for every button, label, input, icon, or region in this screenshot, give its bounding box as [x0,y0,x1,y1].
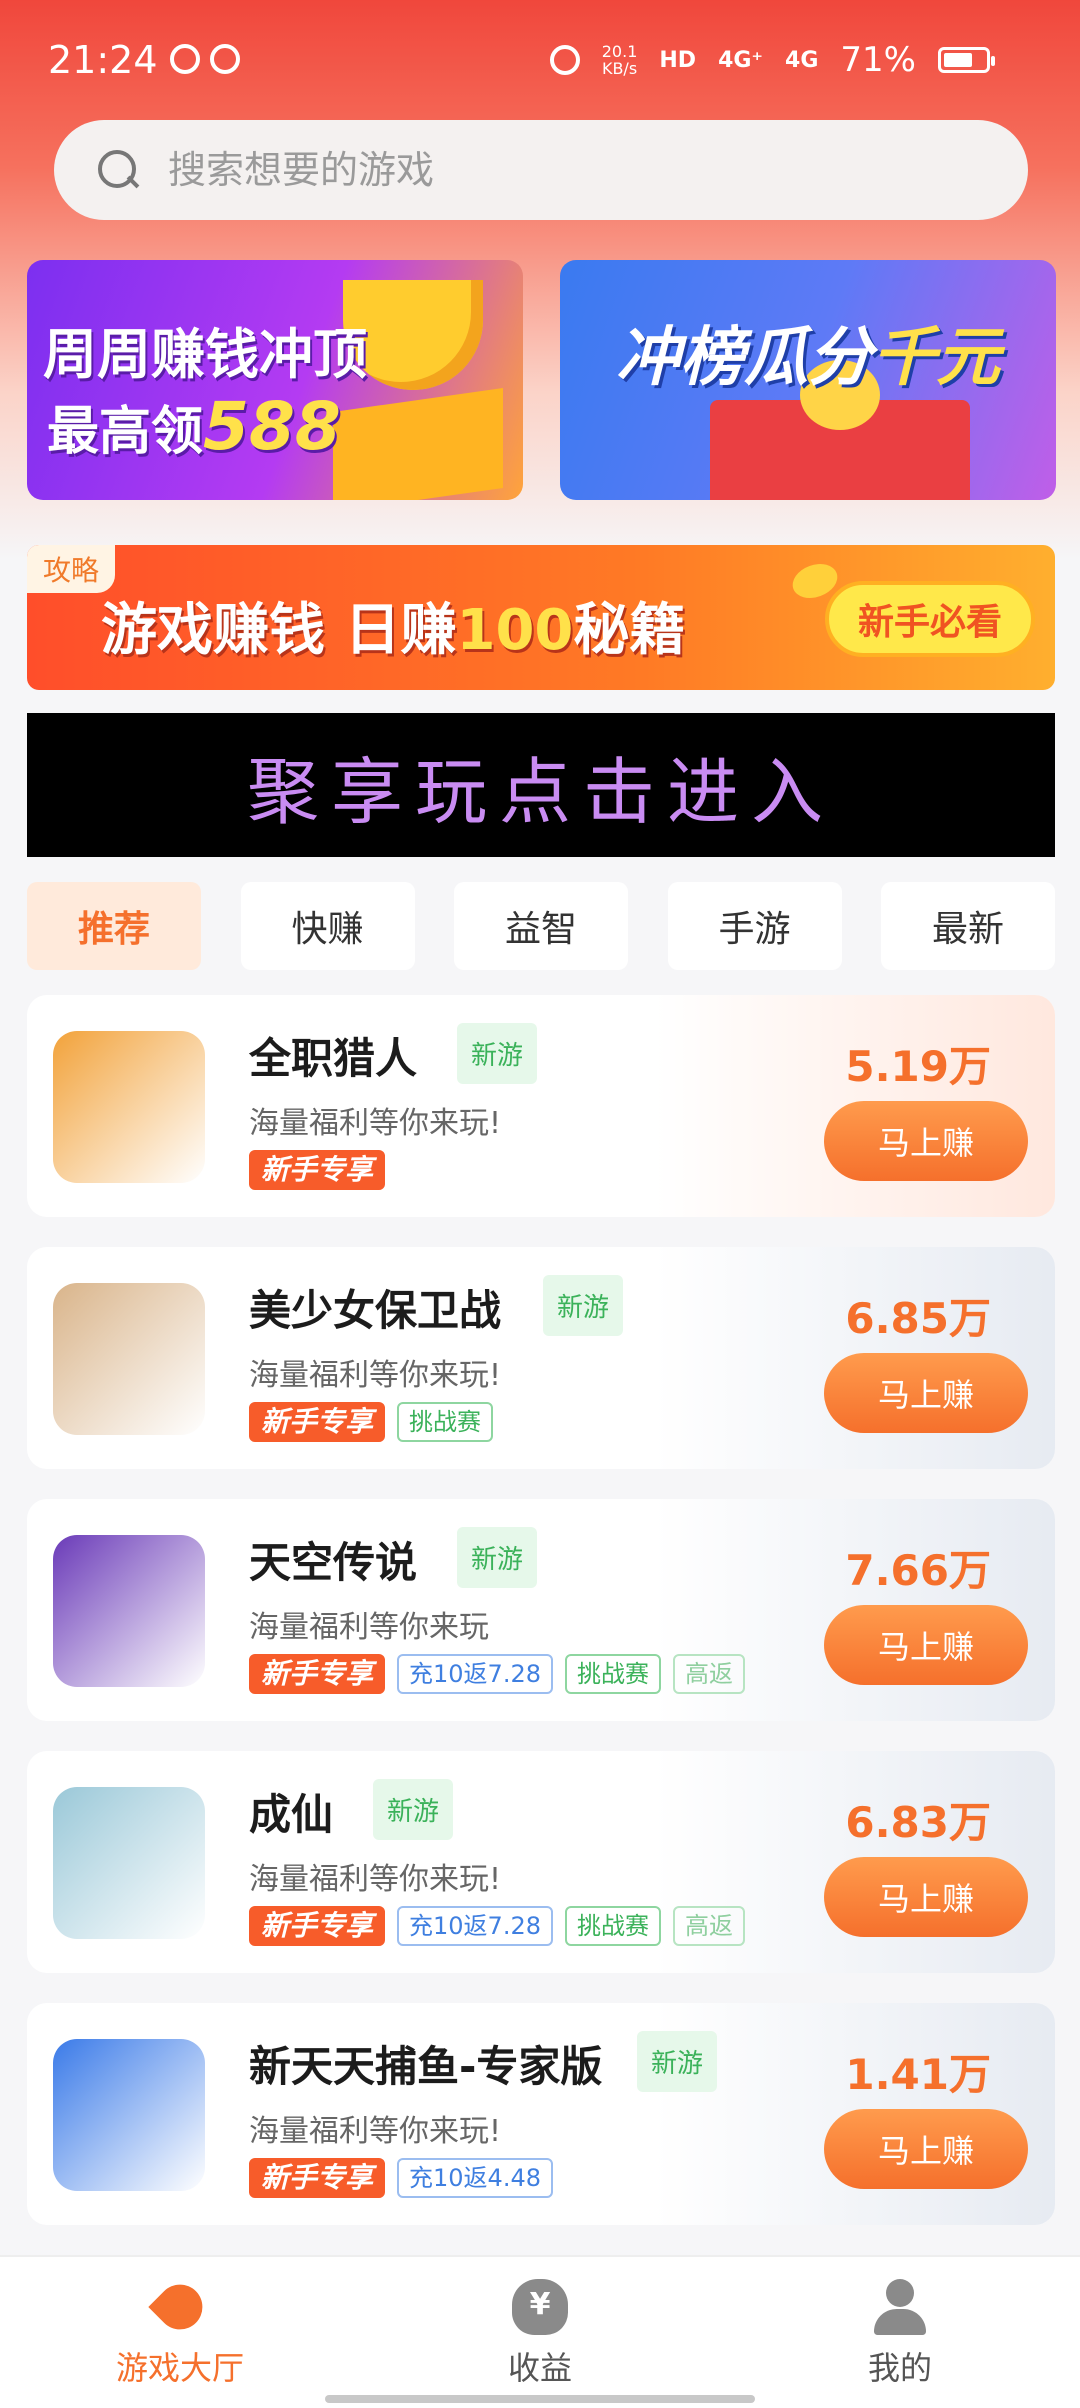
challenge-badge: 挑战赛 [565,1654,661,1694]
new-game-tag: 新游 [637,2031,718,2092]
high-rebate-badge: 高返 [673,1654,745,1694]
game-card[interactable]: 新天天捕鱼-专家版 新游海量福利等你来玩! 新手专享 充10返4.48 1.41万马上赚 [27,2003,1055,2225]
challenge-badge: 挑战赛 [565,1906,661,1946]
alarm-icon [549,45,580,75]
network-speed: 20.1 KB/s [601,42,638,78]
search-bar[interactable] [54,120,1028,220]
banner-title: 冲榜瓜分千元 [616,321,1000,395]
hd-indicator: HD [659,47,697,73]
strategy-banner[interactable]: 攻略 游戏赚钱 日赚100秘籍 新手必看 [27,545,1055,690]
new-game-tag: 新游 [457,1023,538,1084]
newbie-badge: 新手专享 [249,1906,386,1946]
newbie-guide-button[interactable]: 新手必看 [825,581,1035,657]
rocket-icon [148,2275,212,2339]
tab-latest[interactable]: 最新 [881,882,1055,970]
game-card[interactable]: 美少女保卫战 新游海量福利等你来玩! 新手专享 挑战赛 6.85万马上赚 [27,1247,1055,1469]
weekly-earn-banner[interactable]: 周周赚钱冲顶 最高领588 [27,260,523,500]
game-card[interactable]: 全职猎人 新游海量福利等你来玩! 新手专享 5.19万马上赚 [27,995,1055,1217]
enter-banner[interactable]: 聚享玩点击进入 [27,713,1055,857]
new-game-tag: 新游 [457,1527,538,1588]
notification-icon [170,44,200,74]
red-envelope-icon [710,360,970,500]
game-name: 成仙 [249,1790,334,1839]
game-icon [53,1535,205,1687]
game-card[interactable]: 天空传说 新游海量福利等你来玩新手专享 充10返7.28 挑战赛 高返 7.66万马上赚 [27,1499,1055,1721]
game-icon [53,2039,205,2191]
nav-game-hall[interactable]: 游戏大厅 [0,2257,360,2408]
person-icon [872,2279,928,2335]
game-badges: 新手专享 充10返7.28 挑战赛 高返 [249,1654,745,1694]
game-description: 海量福利等你来玩! [249,2114,502,2149]
rebate-badge: 充10返7.28 [397,1906,553,1946]
home-indicator[interactable] [325,2395,755,2403]
new-game-tag: 新游 [373,1779,454,1840]
rebate-badge: 充10返7.28 [397,1654,553,1694]
game-description: 海量福利等你来玩! [249,1106,502,1141]
tab-recommend[interactable]: 推荐 [27,882,201,970]
gift-box-icon [333,388,503,500]
search-icon [98,150,138,190]
game-card[interactable]: 成仙 新游海量福利等你来玩! 新手专享 充10返7.28 挑战赛 高返 6.83万马上赚 [27,1751,1055,1973]
earn-now-button[interactable]: 马上赚 [824,2109,1028,2189]
signal-4g: 4G [785,47,819,73]
banner-title: 周周赚钱冲顶 [43,323,367,386]
new-game-tag: 新游 [543,1275,624,1336]
tab-mobile-games[interactable]: 手游 [667,882,842,970]
game-badges: 新手专享 充10返4.48 [249,2158,553,2198]
status-bar: 21:24 20.1 KB/s HD 4G⁺ 4G 71% [0,0,1080,120]
strategy-title: 游戏赚钱 日赚100秘籍 [101,598,686,663]
game-icon [53,1283,205,1435]
game-name: 新天天捕鱼-专家版 [249,2042,603,2091]
newbie-badge: 新手专享 [249,1654,386,1694]
earn-now-button[interactable]: 马上赚 [824,1857,1028,1937]
enter-banner-text: 聚享玩点击进入 [246,749,835,834]
newbie-badge: 新手专享 [249,1402,386,1442]
reward-amount: 1.41万 [845,2050,991,2099]
search-input[interactable] [168,148,968,192]
earn-now-button[interactable]: 马上赚 [824,1605,1028,1685]
reward-amount: 7.66万 [845,1546,991,1595]
newbie-badge: 新手专享 [249,2158,386,2198]
tab-quick-earn[interactable]: 快赚 [240,882,415,970]
game-description: 海量福利等你来玩! [249,1862,502,1897]
game-description: 海量福利等你来玩! [249,1358,502,1393]
battery-icon [938,47,995,73]
game-icon [53,1031,205,1183]
bottom-nav: 游戏大厅 收益 我的 [0,2255,1080,2408]
battery-percent: 71% [840,40,916,80]
reward-amount: 6.85万 [845,1294,991,1343]
leaderboard-banner[interactable]: 冲榜瓜分千元 [560,260,1056,500]
game-name: 美少女保卫战 [249,1286,502,1335]
game-badges: 新手专享 充10返7.28 挑战赛 高返 [249,1906,745,1946]
reward-amount: 5.19万 [845,1042,991,1091]
notification-icon [210,44,240,74]
game-name: 全职猎人 [249,1034,418,1083]
status-indicators: 20.1 KB/s HD 4G⁺ 4G 71% [549,40,995,80]
game-description: 海量福利等你来玩 [249,1610,489,1645]
signal-4g-plus: 4G⁺ [718,47,764,73]
challenge-badge: 挑战赛 [397,1402,494,1442]
status-time: 21:24 [48,38,158,82]
earn-now-button[interactable]: 马上赚 [824,1101,1028,1181]
money-bag-icon [512,2279,568,2335]
earn-now-button[interactable]: 马上赚 [824,1353,1028,1433]
newbie-badge: 新手专享 [249,1150,386,1190]
rebate-badge: 充10返4.48 [397,2158,553,2198]
nav-earnings[interactable]: 收益 [360,2257,720,2408]
banner-subtitle: 最高领588 [47,388,341,465]
nav-mine[interactable]: 我的 [720,2257,1080,2408]
reward-amount: 6.83万 [845,1798,991,1847]
game-icon [53,1787,205,1939]
game-name: 天空传说 [249,1538,418,1587]
game-badges: 新手专享 挑战赛 [249,1402,494,1442]
game-badges: 新手专享 [249,1150,386,1190]
tab-puzzle[interactable]: 益智 [454,882,628,970]
category-tabs: 推荐 快赚 益智 手游 最新 [27,882,1055,970]
high-rebate-badge: 高返 [673,1906,745,1946]
